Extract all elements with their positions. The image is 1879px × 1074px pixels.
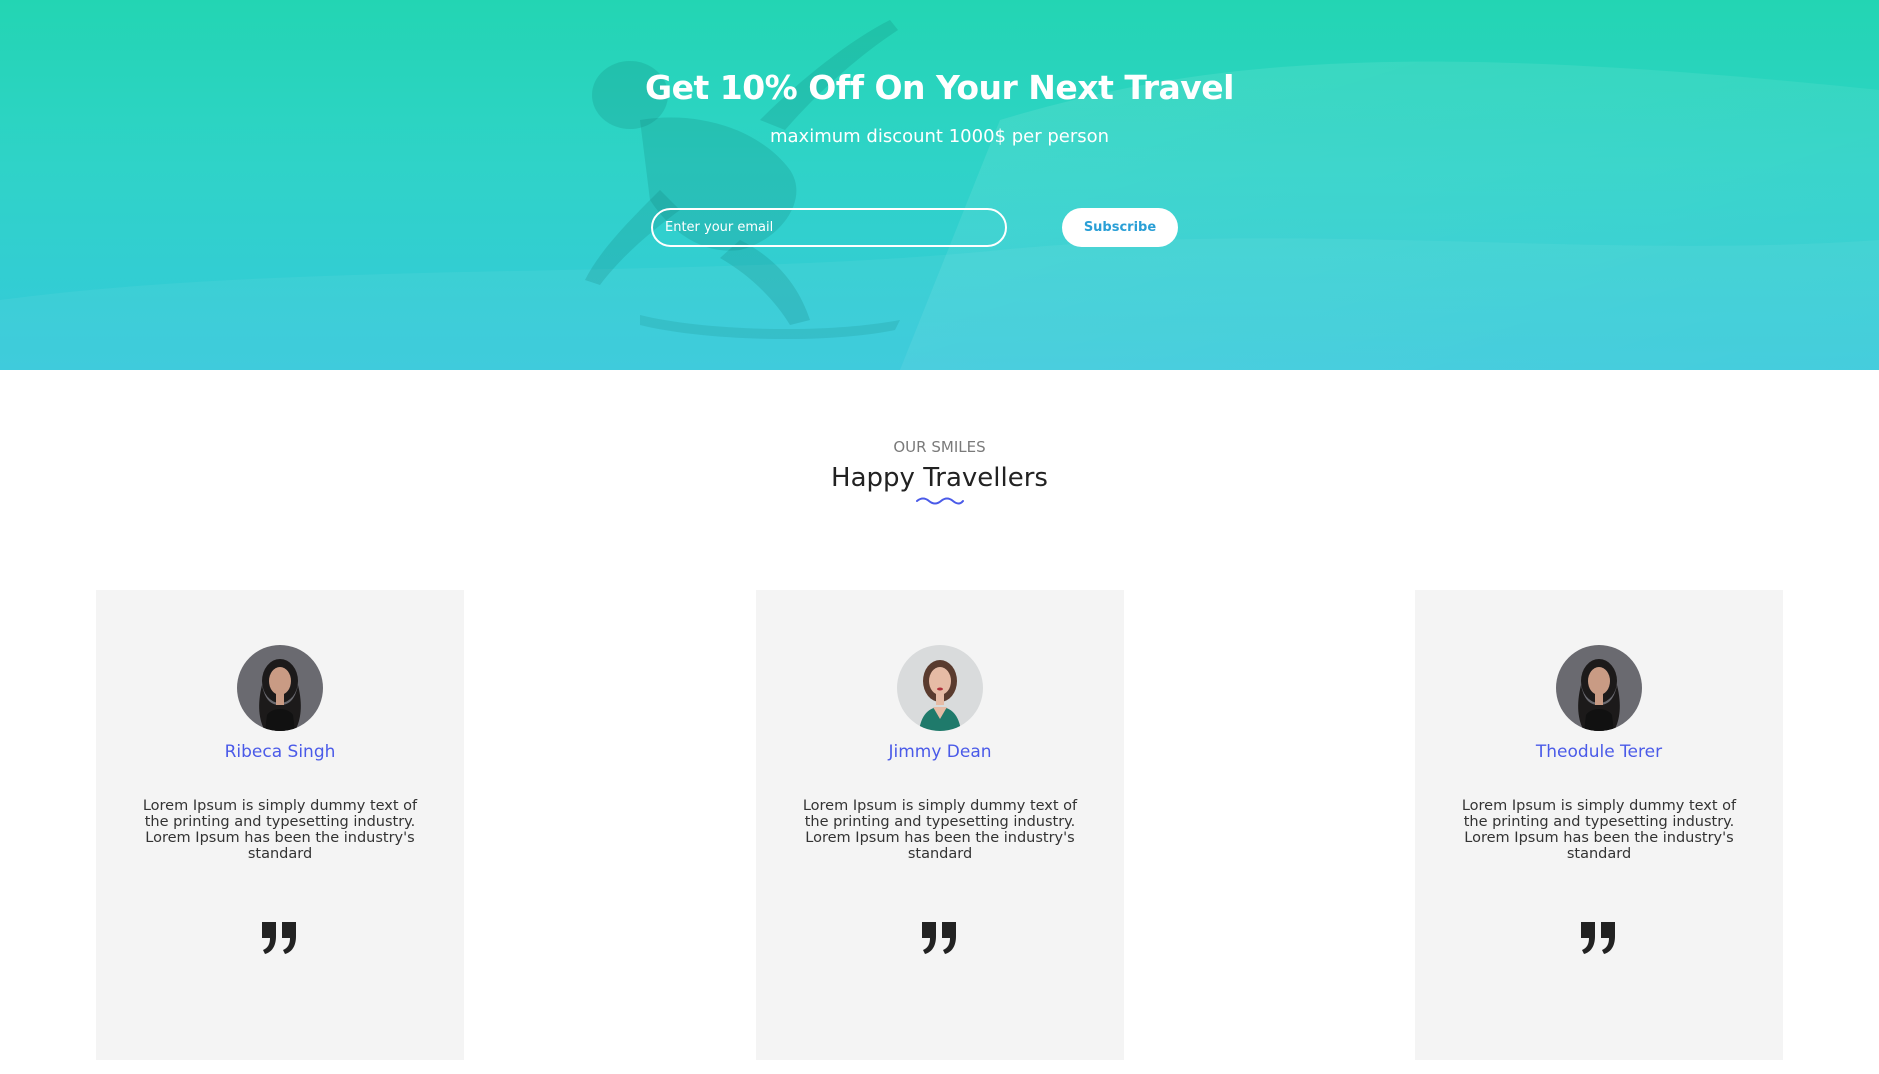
wave-underline-icon <box>916 497 964 505</box>
subscribe-banner: Get 10% Off On Your Next Travel maximum … <box>0 0 1879 370</box>
surfer-background-image <box>0 20 1879 370</box>
traveller-name: Jimmy Dean <box>888 742 992 762</box>
avatar <box>237 645 323 731</box>
closing-quote-icon <box>1581 922 1615 954</box>
traveller-name: Ribeca Singh <box>224 742 336 762</box>
testimonial-card: Theodule Terer Lorem Ipsum is simply dum… <box>1415 590 1783 1060</box>
hero-subtitle: maximum discount 1000$ per person <box>769 126 1110 147</box>
testimonial-card: Ribeca Singh Lorem Ipsum is simply dummy… <box>96 590 464 1060</box>
closing-quote-icon <box>262 922 296 954</box>
email-input[interactable] <box>651 208 1007 247</box>
traveller-name: Theodule Terer <box>1535 742 1663 762</box>
testimonial-text: Lorem Ipsum is simply dummy text of the … <box>802 798 1078 862</box>
testimonial-text: Lorem Ipsum is simply dummy text of the … <box>1461 798 1737 862</box>
avatar <box>1556 645 1642 731</box>
subscribe-button[interactable]: Subscribe <box>1062 208 1178 247</box>
testimonial-card: Jimmy Dean Lorem Ipsum is simply dummy t… <box>756 590 1124 1060</box>
section-title: Happy Travellers <box>831 463 1048 493</box>
closing-quote-icon <box>922 922 956 954</box>
testimonial-text: Lorem Ipsum is simply dummy text of the … <box>142 798 418 862</box>
section-kicker: OUR SMILES <box>893 438 986 456</box>
hero-title: Get 10% Off On Your Next Travel <box>645 68 1234 107</box>
avatar <box>897 645 983 731</box>
